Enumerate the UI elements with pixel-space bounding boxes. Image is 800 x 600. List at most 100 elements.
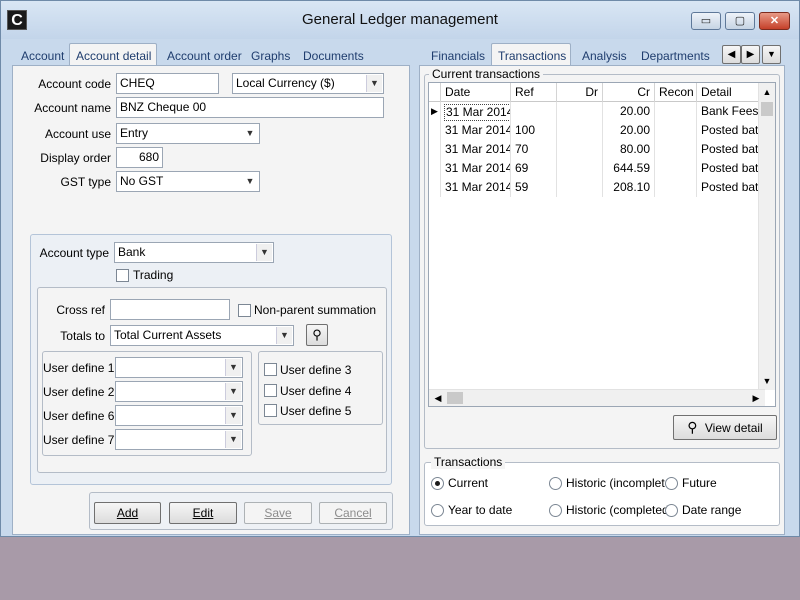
scroll-up-icon[interactable]: ▲ [761, 85, 773, 99]
cell-recon[interactable] [655, 121, 697, 140]
chevron-down-icon[interactable]: ▼ [225, 431, 241, 448]
scroll-left-icon[interactable]: ◀ [432, 391, 444, 405]
cell-cr[interactable]: 208.10 [603, 178, 655, 197]
chevron-down-icon[interactable]: ▼ [242, 125, 258, 142]
user-define-2-select[interactable]: ▼ [115, 381, 243, 402]
maximize-button[interactable]: ▢ [725, 12, 755, 30]
tab-account-order[interactable]: Account order [161, 47, 248, 67]
col-detail[interactable]: Detail [697, 83, 765, 102]
cell-ref[interactable] [511, 102, 557, 121]
chevron-down-icon[interactable]: ▼ [366, 75, 382, 92]
cell-date[interactable]: 31 Mar 2014 [441, 178, 511, 197]
cell-cr[interactable]: 644.59 [603, 159, 655, 178]
cell-detail[interactable]: Posted batch [697, 140, 765, 159]
tab-list-dropdown-icon[interactable]: ▼ [762, 45, 781, 64]
account-code-field[interactable]: CHEQ [116, 73, 219, 94]
transactions-grid[interactable]: Date Ref Dr Cr Recon Detail ▶ 31 Mar 201… [428, 82, 776, 407]
horizontal-scroll-thumb[interactable] [447, 392, 463, 404]
cell-dr[interactable] [557, 178, 603, 197]
col-date[interactable]: Date [441, 83, 511, 102]
radio-historic-incomplete[interactable] [549, 477, 562, 490]
title-bar[interactable]: C General Ledger management ▭ ▢ ✕ [1, 1, 799, 39]
col-cr[interactable]: Cr [603, 83, 655, 102]
view-detail-button[interactable]: ⚲ View detail [673, 415, 777, 440]
user-define-3-checkbox[interactable] [264, 363, 277, 376]
chevron-down-icon[interactable]: ▼ [256, 244, 272, 261]
cell-ref[interactable]: 59 [511, 178, 557, 197]
cell-ref[interactable]: 69 [511, 159, 557, 178]
cross-ref-field[interactable] [110, 299, 230, 320]
tab-financials[interactable]: Financials [425, 47, 491, 67]
cell-dr[interactable] [557, 140, 603, 159]
save-button[interactable]: Save [244, 502, 312, 524]
tab-graphs[interactable]: Graphs [245, 47, 296, 67]
col-recon[interactable]: Recon [655, 83, 697, 102]
cell-date[interactable]: 31 Mar 2014 [441, 121, 511, 140]
trading-checkbox[interactable] [116, 269, 129, 282]
cell-recon[interactable] [655, 159, 697, 178]
table-row[interactable]: 31 Mar 2014 59 208.10 Posted batch [429, 178, 765, 197]
display-order-field[interactable]: 680 [116, 147, 163, 168]
tab-analysis[interactable]: Analysis [576, 47, 633, 67]
cell-date[interactable]: 31 Mar 2014 [441, 102, 511, 121]
cell-recon[interactable] [655, 140, 697, 159]
account-type-select[interactable]: Bank ▼ [114, 242, 274, 263]
cell-date[interactable]: 31 Mar 2014 [441, 140, 511, 159]
cell-dr[interactable] [557, 121, 603, 140]
tab-documents[interactable]: Documents [297, 47, 370, 67]
cell-detail[interactable]: Posted batch [697, 178, 765, 197]
tab-account[interactable]: Account [15, 47, 70, 67]
horizontal-scrollbar[interactable]: ◀ ▶ [429, 389, 765, 406]
scroll-down-icon[interactable]: ▼ [761, 374, 773, 388]
currency-select[interactable]: Local Currency ($) ▼ [232, 73, 384, 94]
tab-scroll-right-icon[interactable]: ▶ [741, 45, 760, 64]
close-button[interactable]: ✕ [759, 12, 790, 30]
cell-cr[interactable]: 20.00 [603, 121, 655, 140]
chevron-down-icon[interactable]: ▼ [242, 173, 258, 190]
user-define-4-checkbox[interactable] [264, 384, 277, 397]
non-parent-summation-checkbox[interactable] [238, 304, 251, 317]
gst-type-select[interactable]: No GST ▼ [116, 171, 260, 192]
chevron-down-icon[interactable]: ▼ [276, 327, 292, 344]
lookup-account-icon[interactable]: ⚲ [306, 324, 328, 346]
cell-recon[interactable] [655, 178, 697, 197]
cell-detail[interactable]: Bank Fees [697, 102, 765, 121]
account-use-select[interactable]: Entry ▼ [116, 123, 260, 144]
chevron-down-icon[interactable]: ▼ [225, 359, 241, 376]
edit-button[interactable]: Edit [169, 502, 237, 524]
cell-dr[interactable] [557, 102, 603, 121]
cell-detail[interactable]: Posted batch [697, 121, 765, 140]
radio-future[interactable] [665, 477, 678, 490]
radio-year-to-date[interactable] [431, 504, 444, 517]
chevron-down-icon[interactable]: ▼ [225, 407, 241, 424]
user-define-7-select[interactable]: ▼ [115, 429, 243, 450]
cell-ref[interactable]: 70 [511, 140, 557, 159]
chevron-down-icon[interactable]: ▼ [225, 383, 241, 400]
vertical-scrollbar[interactable]: ▲ ▼ [758, 83, 775, 390]
table-row[interactable]: ▶ 31 Mar 2014 20.00 Bank Fees [429, 102, 765, 121]
minimize-button[interactable]: ▭ [691, 12, 721, 30]
cell-detail[interactable]: Posted batch [697, 159, 765, 178]
tab-departments[interactable]: Departments [635, 47, 716, 67]
scroll-right-icon[interactable]: ▶ [750, 391, 762, 405]
cell-cr[interactable]: 80.00 [603, 140, 655, 159]
cell-dr[interactable] [557, 159, 603, 178]
tab-transactions[interactable]: Transactions [491, 43, 571, 67]
vertical-scroll-thumb[interactable] [761, 102, 773, 116]
col-ref[interactable]: Ref [511, 83, 557, 102]
radio-historic-completed[interactable] [549, 504, 562, 517]
radio-date-range[interactable] [665, 504, 678, 517]
user-define-1-select[interactable]: ▼ [115, 357, 243, 378]
user-define-5-checkbox[interactable] [264, 404, 277, 417]
cell-cr[interactable]: 20.00 [603, 102, 655, 121]
account-name-field[interactable]: BNZ Cheque 00 [116, 97, 384, 118]
table-row[interactable]: 31 Mar 2014 70 80.00 Posted batch [429, 140, 765, 159]
radio-current[interactable] [431, 477, 444, 490]
cell-recon[interactable] [655, 102, 697, 121]
col-dr[interactable]: Dr [557, 83, 603, 102]
totals-to-select[interactable]: Total Current Assets ▼ [110, 325, 294, 346]
user-define-6-select[interactable]: ▼ [115, 405, 243, 426]
tab-scroll-left-icon[interactable]: ◀ [722, 45, 741, 64]
cell-ref[interactable]: 100 [511, 121, 557, 140]
table-row[interactable]: 31 Mar 2014 100 20.00 Posted batch [429, 121, 765, 140]
